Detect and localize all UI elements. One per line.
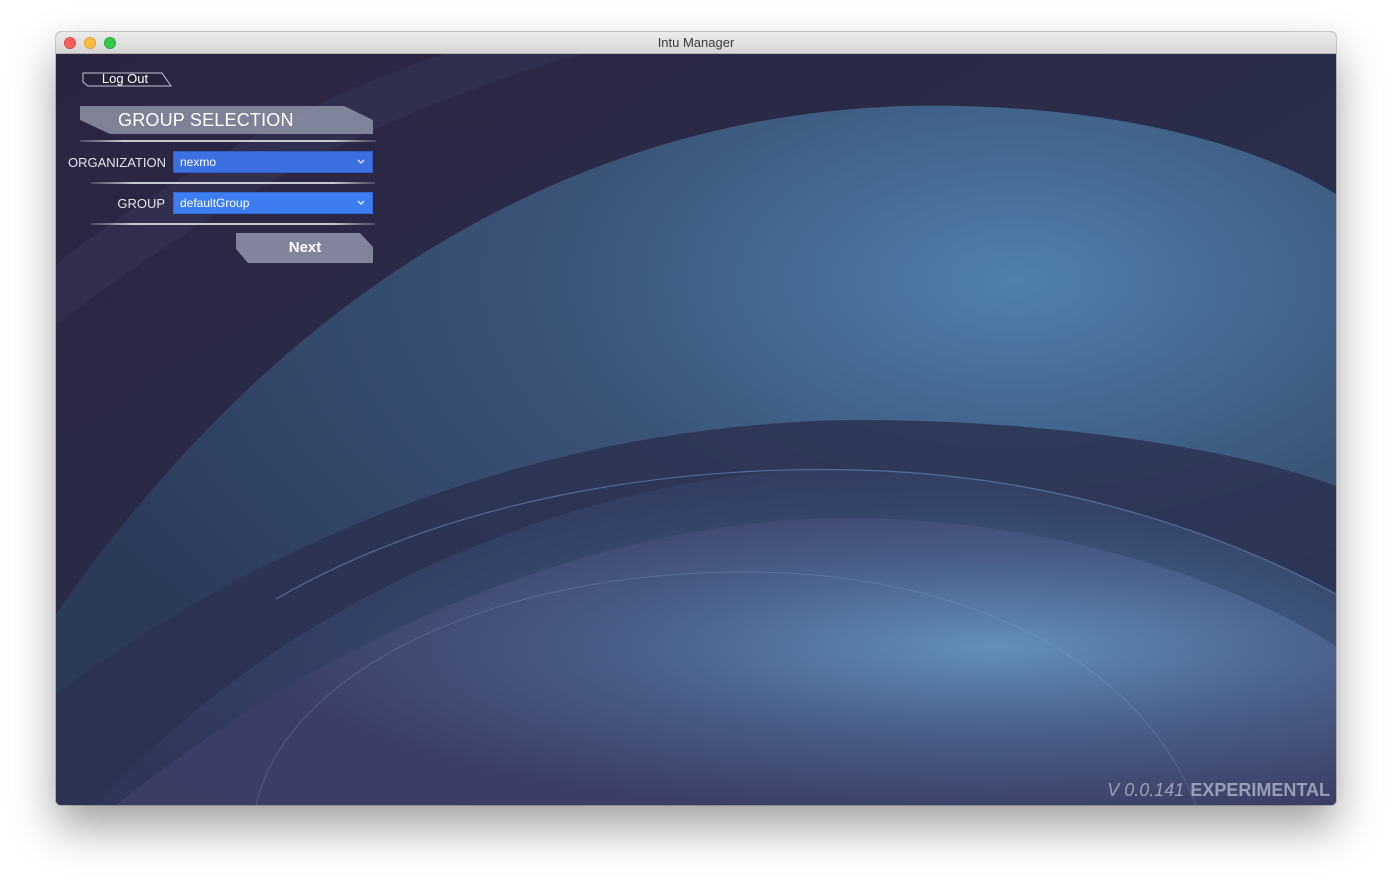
group-value: defaultGroup [180, 196, 250, 210]
page-title: GROUP SELECTION [118, 110, 294, 130]
logout-button[interactable]: Log Out [82, 71, 172, 87]
chevron-down-icon [357, 159, 365, 164]
header-divider [80, 140, 376, 142]
group-divider [91, 223, 375, 225]
group-label: GROUP [117, 196, 165, 211]
chevron-down-icon [357, 200, 365, 205]
group-select[interactable]: defaultGroup [173, 192, 373, 214]
next-button[interactable]: Next [236, 233, 374, 263]
organization-divider [91, 182, 375, 184]
logout-label: Log Out [101, 71, 149, 86]
app-window: Intu Manager Log Out GROUP SELECTION ORG… [56, 32, 1336, 805]
organization-value: nexmo [180, 155, 217, 169]
version-info: V 0.0.141 EXPERIMENTAL [1107, 780, 1330, 801]
app-content: Log Out GROUP SELECTION ORGANIZATION nex… [56, 54, 1336, 805]
group-selection-header: GROUP SELECTION [80, 106, 374, 134]
organization-label: ORGANIZATION [68, 155, 166, 170]
window-title: Intu Manager [657, 35, 735, 50]
organization-select[interactable]: nexmo [173, 151, 373, 173]
build-type: EXPERIMENTAL [1190, 780, 1330, 800]
next-label: Next [288, 239, 322, 256]
version-number: V 0.0.141 [1107, 780, 1185, 800]
title-bar[interactable]: Intu Manager [56, 32, 1336, 54]
